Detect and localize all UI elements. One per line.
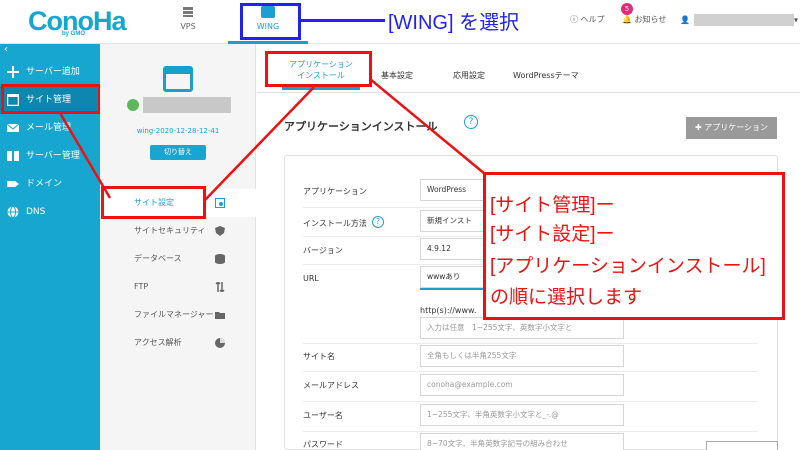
annotation-connector-lines: [58, 78, 486, 201]
